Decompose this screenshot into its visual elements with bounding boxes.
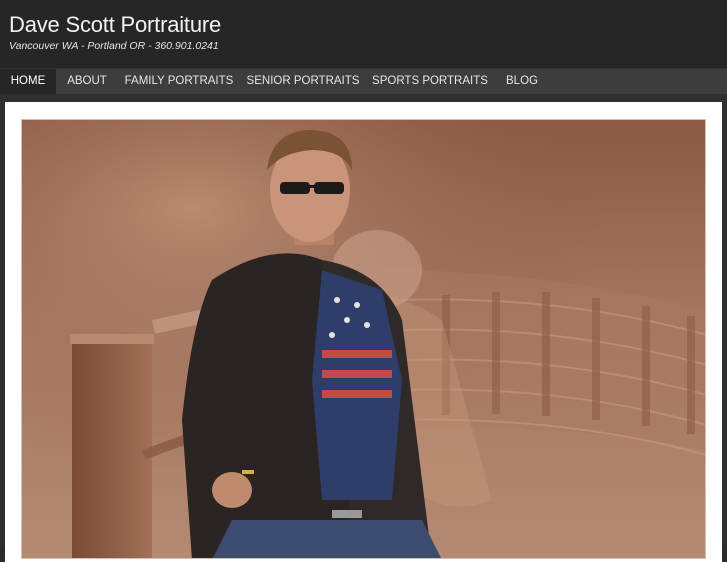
nav-item-home[interactable]: HOME: [0, 69, 56, 94]
nav-item-senior-portraits[interactable]: SENIOR PORTRAITS: [240, 69, 366, 94]
main-nav: HOME ABOUT FAMILY PORTRAITS SENIOR PORTR…: [0, 68, 727, 95]
nav-item-blog[interactable]: BLOG: [494, 69, 550, 94]
portrait-photo-image: [22, 120, 705, 558]
site-header: Dave Scott Portraiture Vancouver WA - Po…: [0, 0, 727, 68]
site-tagline: Vancouver WA - Portland OR - 360.901.024…: [9, 40, 219, 52]
nav-item-sports-portraits[interactable]: SPORTS PORTRAITS: [366, 69, 494, 94]
nav-item-family-portraits[interactable]: FAMILY PORTRAITS: [118, 69, 240, 94]
hero-image[interactable]: [21, 119, 706, 559]
nav-item-about[interactable]: ABOUT: [56, 69, 118, 94]
site-title[interactable]: Dave Scott Portraiture: [9, 12, 221, 38]
